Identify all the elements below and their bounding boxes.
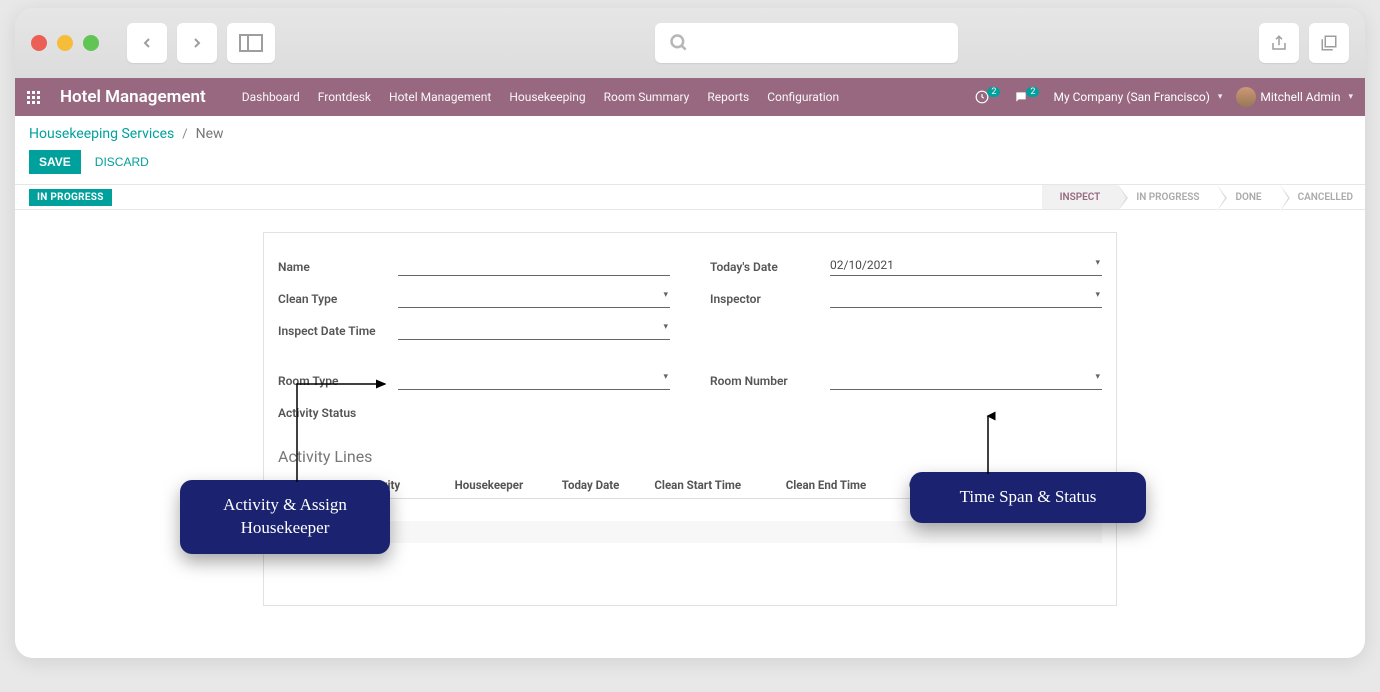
tabs-button[interactable] bbox=[1309, 23, 1349, 63]
main-menu: Dashboard Frontdesk Hotel Management Hou… bbox=[242, 90, 839, 104]
minimize-window-button[interactable] bbox=[57, 35, 73, 51]
table-row bbox=[278, 543, 1102, 565]
action-bar: SAVE DISCARD bbox=[15, 146, 1365, 184]
address-bar[interactable] bbox=[655, 23, 958, 63]
messages-indicator[interactable]: 2 bbox=[1014, 90, 1039, 104]
brand-title[interactable]: Hotel Management bbox=[60, 87, 206, 107]
label-room-type: Room Type bbox=[278, 374, 398, 388]
label-inspect-datetime: Inspect Date Time bbox=[278, 324, 398, 338]
menu-housekeeping[interactable]: Housekeeping bbox=[509, 90, 585, 104]
share-button[interactable] bbox=[1259, 23, 1299, 63]
app-topbar: Hotel Management Dashboard Frontdesk Hot… bbox=[15, 78, 1365, 116]
col-today-date[interactable]: Today Date bbox=[556, 472, 649, 499]
status-tag: IN PROGRESS bbox=[29, 189, 112, 206]
menu-reports[interactable]: Reports bbox=[707, 90, 749, 104]
apps-icon[interactable] bbox=[27, 91, 40, 104]
table-row bbox=[278, 521, 1102, 543]
col-clean-start[interactable]: Clean Start Time bbox=[648, 472, 779, 499]
label-todays-date: Today's Date bbox=[710, 260, 830, 274]
label-name: Name bbox=[278, 260, 398, 274]
callout-activity-assign: Activity & Assign Housekeeper bbox=[180, 480, 390, 554]
menu-frontdesk[interactable]: Frontdesk bbox=[318, 90, 371, 104]
status-step-inspect[interactable]: INSPECT bbox=[1042, 185, 1119, 209]
activity-indicator[interactable]: 2 bbox=[975, 90, 1000, 104]
browser-window: Hotel Management Dashboard Frontdesk Hot… bbox=[15, 8, 1365, 658]
activity-count: 2 bbox=[987, 87, 1000, 97]
menu-configuration[interactable]: Configuration bbox=[767, 90, 839, 104]
input-inspector[interactable] bbox=[830, 290, 1102, 308]
input-room-number[interactable] bbox=[830, 372, 1102, 390]
label-activity-status: Activity Status bbox=[278, 406, 398, 420]
back-button[interactable] bbox=[127, 23, 167, 63]
form-sheet: Name Clean Type Inspect Date Time Today'… bbox=[263, 232, 1117, 606]
menu-dashboard[interactable]: Dashboard bbox=[242, 90, 300, 104]
label-clean-type: Clean Type bbox=[278, 292, 398, 306]
user-name: Mitchell Admin bbox=[1260, 90, 1340, 104]
app-frame: Hotel Management Dashboard Frontdesk Hot… bbox=[15, 78, 1365, 658]
col-clean-end[interactable]: Clean End Time bbox=[780, 472, 903, 499]
close-window-button[interactable] bbox=[31, 35, 47, 51]
discard-button[interactable]: DISCARD bbox=[95, 155, 149, 169]
form-col-left: Name Clean Type Inspect Date Time bbox=[278, 255, 670, 351]
save-button[interactable]: SAVE bbox=[29, 150, 81, 174]
traffic-lights bbox=[31, 35, 99, 51]
input-todays-date[interactable]: 02/10/2021 bbox=[830, 258, 1102, 276]
status-step-cancelled[interactable]: CANCELLED bbox=[1280, 185, 1365, 209]
search-icon bbox=[669, 33, 689, 53]
browser-chrome bbox=[15, 8, 1365, 78]
menu-room-summary[interactable]: Room Summary bbox=[604, 90, 690, 104]
col-housekeeper[interactable]: Housekeeper bbox=[449, 472, 556, 499]
systray: 2 2 My Company (San Francisco) Mitchell … bbox=[975, 87, 1353, 107]
label-inspector: Inspector bbox=[710, 292, 830, 306]
form-col-right: Today's Date 02/10/2021 Inspector bbox=[710, 255, 1102, 351]
forward-button[interactable] bbox=[177, 23, 217, 63]
statusbar: INSPECT IN PROGRESS DONE CANCELLED bbox=[1042, 185, 1365, 209]
input-inspect-datetime[interactable] bbox=[398, 322, 670, 340]
input-name[interactable] bbox=[398, 258, 670, 276]
company-switcher[interactable]: My Company (San Francisco) bbox=[1053, 90, 1222, 104]
breadcrumb-parent[interactable]: Housekeeping Services bbox=[29, 126, 174, 142]
company-name: My Company (San Francisco) bbox=[1053, 90, 1209, 104]
breadcrumb-sep: / bbox=[182, 127, 187, 142]
status-row: IN PROGRESS INSPECT IN PROGRESS DONE CAN… bbox=[15, 184, 1365, 210]
avatar bbox=[1236, 87, 1256, 107]
label-room-number: Room Number bbox=[710, 374, 830, 388]
maximize-window-button[interactable] bbox=[83, 35, 99, 51]
sidebar-toggle-button[interactable] bbox=[227, 23, 275, 63]
breadcrumb: Housekeeping Services / New bbox=[15, 116, 1365, 146]
menu-hotel-management[interactable]: Hotel Management bbox=[389, 90, 491, 104]
value-todays-date: 02/10/2021 bbox=[830, 258, 894, 272]
callout-timespan-status: Time Span & Status bbox=[910, 472, 1146, 523]
breadcrumb-current: New bbox=[196, 126, 224, 142]
browser-right-tools bbox=[1259, 23, 1349, 63]
section-activity-lines: Activity Lines bbox=[278, 447, 1102, 466]
message-count: 2 bbox=[1026, 87, 1039, 97]
status-step-inprogress[interactable]: IN PROGRESS bbox=[1118, 185, 1217, 209]
input-clean-type[interactable] bbox=[398, 290, 670, 308]
input-room-type[interactable] bbox=[398, 372, 670, 390]
user-menu[interactable]: Mitchell Admin bbox=[1236, 87, 1353, 107]
